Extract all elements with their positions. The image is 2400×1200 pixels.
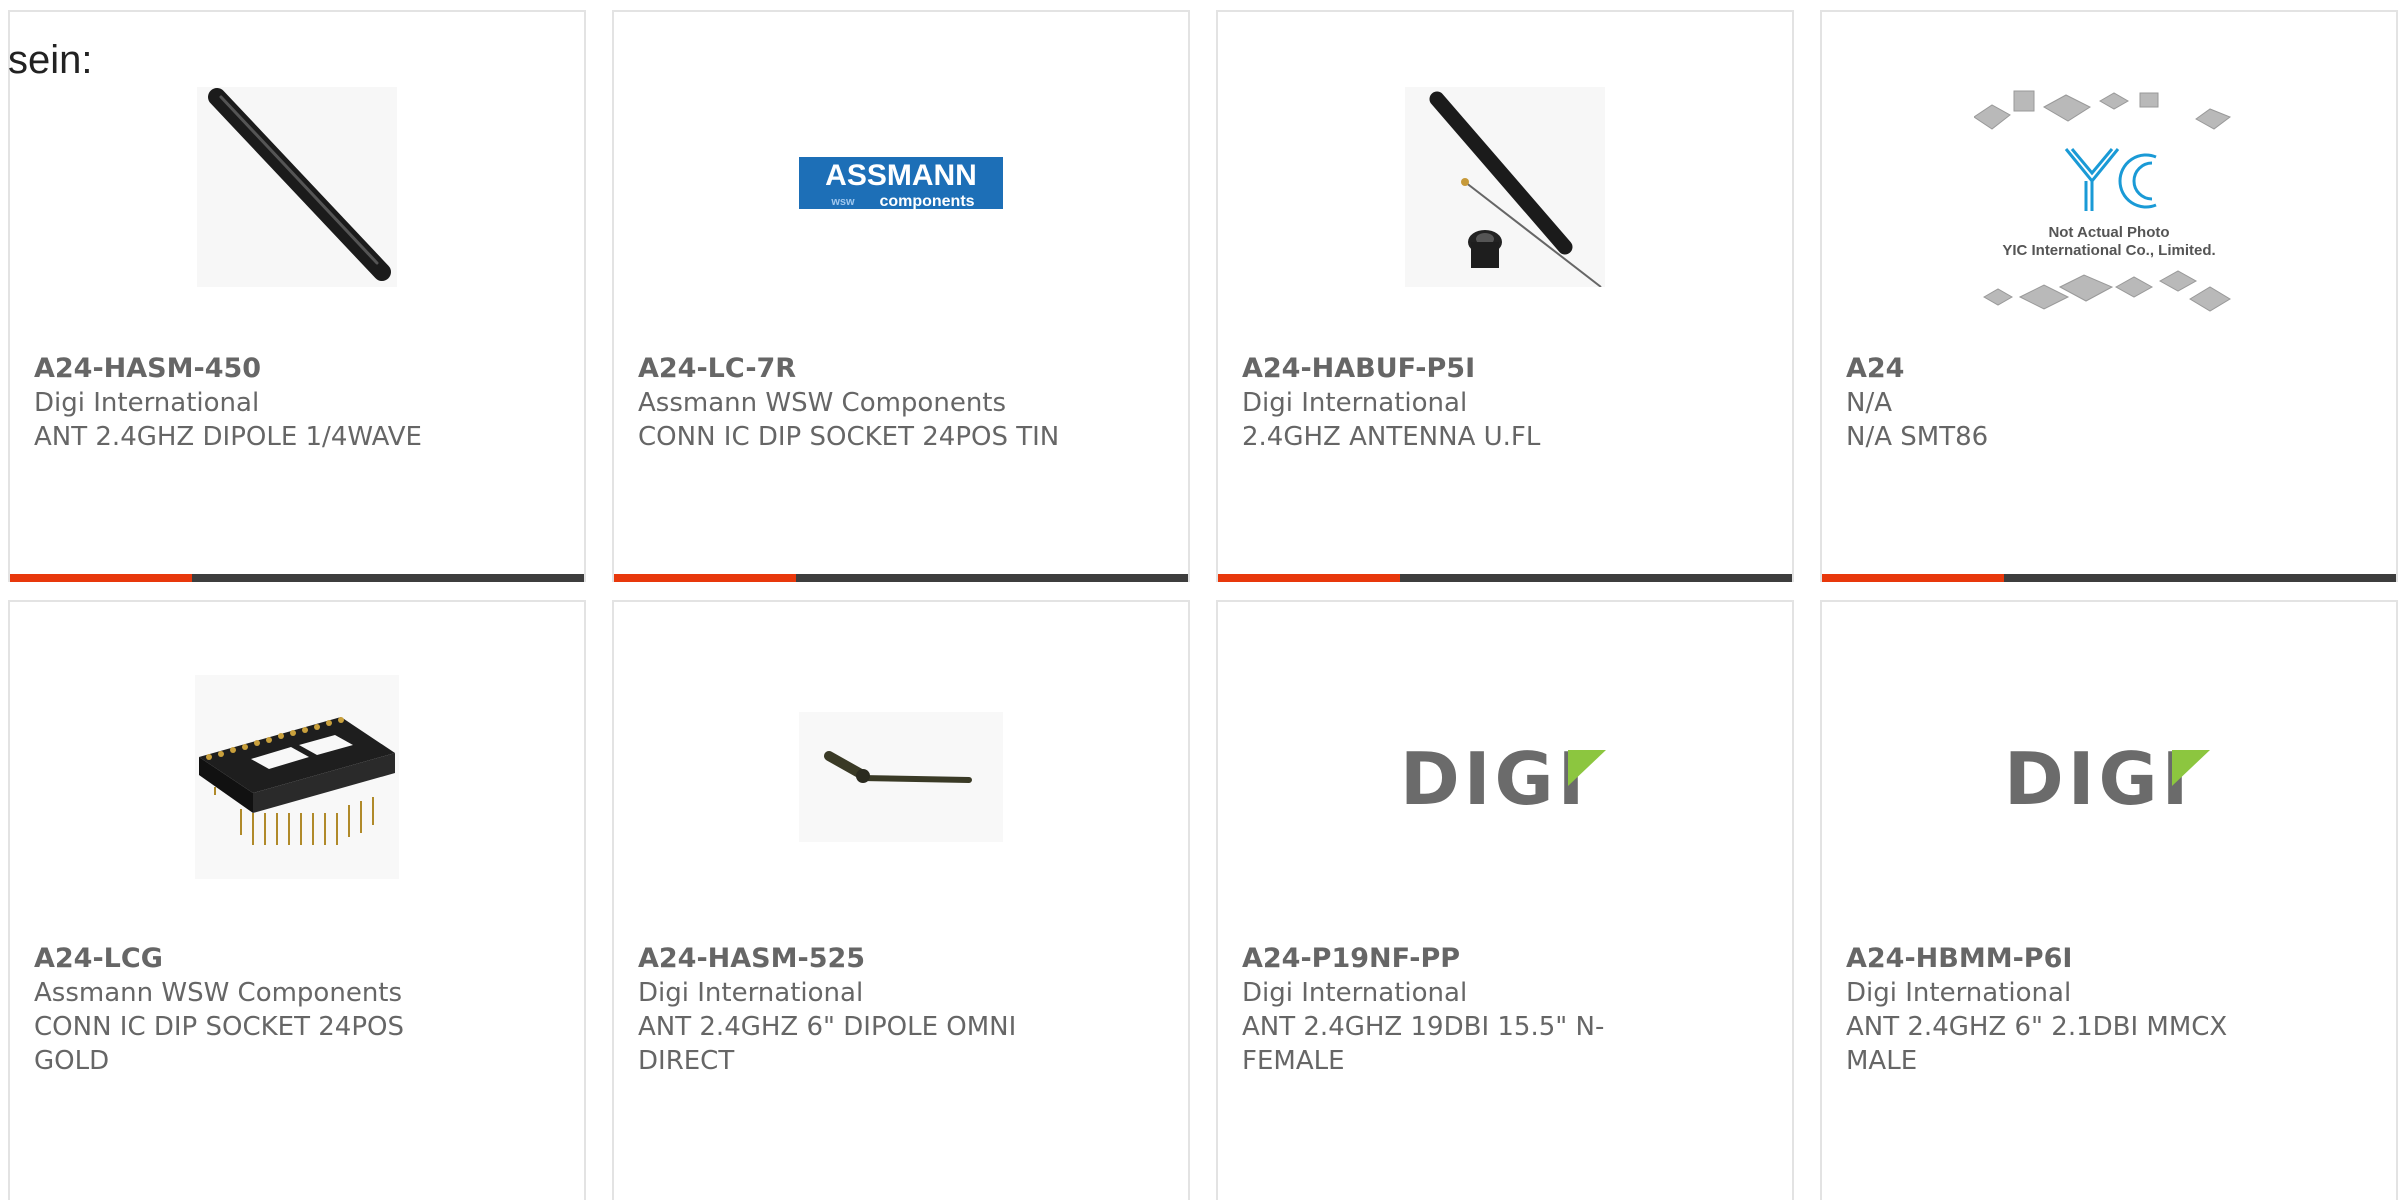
product-card[interactable]: A24-HASM-525 Digi International ANT 2.4G… (612, 600, 1190, 1200)
digi-logo-image: DIGI (2004, 742, 2210, 812)
card-bar (1822, 574, 2396, 582)
svg-text:components: components (879, 193, 974, 210)
product-card[interactable]: DIGI A24-HBMM-P6I Digi International ANT… (1820, 600, 2398, 1200)
part-number[interactable]: A24-P19NF-PP (1242, 942, 1672, 976)
antenna-with-cable-image (1405, 87, 1605, 287)
product-card[interactable]: A24-LCG Assmann WSW Components CONN IC D… (8, 600, 586, 1200)
manufacturer: Digi International (1846, 978, 2072, 1008)
dip-socket-image (195, 675, 399, 879)
product-image[interactable]: Not Actual Photo YIC International Co., … (1822, 90, 2396, 317)
description: CONN IC DIP SOCKET 24POS TIN (638, 422, 1060, 452)
product-card[interactable]: Not Actual Photo YIC International Co., … (1820, 10, 2398, 582)
product-image[interactable] (10, 77, 584, 297)
product-grid: A24-HASM-450 Digi International ANT 2.4G… (0, 0, 2400, 1200)
product-card[interactable]: ASSMANN wsw components A24-LC-7R Assmann… (612, 10, 1190, 582)
product-image[interactable]: ASSMANN wsw components (614, 77, 1188, 297)
part-number[interactable]: A24-LCG (34, 942, 464, 976)
svg-text:DIGI: DIGI (2004, 742, 2192, 812)
svg-text:DIGI: DIGI (1400, 742, 1588, 812)
part-number[interactable]: A24 (1846, 352, 2276, 386)
card-bar (1218, 574, 1792, 582)
product-image[interactable]: DIGI (1822, 667, 2396, 887)
manufacturer: Digi International (638, 978, 864, 1008)
lead-text: sein: (8, 38, 93, 82)
digi-logo-image: DIGI (1400, 742, 1606, 812)
description: N/A SMT86 (1846, 422, 1989, 452)
product-card[interactable]: A24-HABUF-P5I Digi International 2.4GHZ … (1216, 10, 1794, 582)
swivel-antenna-image (799, 712, 1003, 842)
svg-text:Not Actual Photo: Not Actual Photo (2048, 224, 2169, 241)
product-image[interactable] (614, 667, 1188, 887)
card-bar (10, 574, 584, 582)
svg-text:ASSMANN: ASSMANN (825, 159, 977, 192)
description: 2.4GHZ ANTENNA U.FL (1242, 422, 1541, 452)
part-number[interactable]: A24-LC-7R (638, 352, 1068, 386)
part-number[interactable]: A24-HASM-525 (638, 942, 1068, 976)
manufacturer: Digi International (1242, 388, 1468, 418)
part-number[interactable]: A24-HASM-450 (34, 352, 464, 386)
card-bar-accent (10, 574, 192, 582)
assmann-logo-image: ASSMANN wsw components (799, 157, 1003, 210)
manufacturer: Digi International (1242, 978, 1468, 1008)
description: ANT 2.4GHZ 6" DIPOLE OMNI DIRECT (638, 1012, 1017, 1076)
svg-text:YIC International Co., Limited: YIC International Co., Limited. (2002, 242, 2215, 259)
svg-text:wsw: wsw (830, 196, 855, 208)
manufacturer: Digi International (34, 388, 260, 418)
yic-placeholder-image: Not Actual Photo YIC International Co., … (1974, 90, 2232, 312)
manufacturer: Assmann WSW Components (638, 388, 1007, 418)
card-bar-accent (1822, 574, 2004, 582)
card-bar-accent (614, 574, 796, 582)
description: CONN IC DIP SOCKET 24POS GOLD (34, 1012, 404, 1076)
part-number[interactable]: A24-HBMM-P6I (1846, 942, 2276, 976)
product-image[interactable] (10, 667, 584, 887)
manufacturer: N/A (1846, 388, 1892, 418)
description: ANT 2.4GHZ 6" 2.1DBI MMCX MALE (1846, 1012, 2228, 1076)
manufacturer: Assmann WSW Components (34, 978, 403, 1008)
product-card[interactable]: A24-HASM-450 Digi International ANT 2.4G… (8, 10, 586, 582)
product-image[interactable] (1218, 77, 1792, 297)
product-card[interactable]: DIGI A24-P19NF-PP Digi International ANT… (1216, 600, 1794, 1200)
product-image[interactable]: DIGI (1218, 667, 1792, 887)
card-bar (614, 574, 1188, 582)
black-antenna-image (197, 87, 397, 287)
card-bar-accent (1218, 574, 1400, 582)
description: ANT 2.4GHZ 19DBI 15.5" N-FEMALE (1242, 1012, 1605, 1076)
part-number[interactable]: A24-HABUF-P5I (1242, 352, 1672, 386)
description: ANT 2.4GHZ DIPOLE 1/4WAVE (34, 422, 422, 452)
